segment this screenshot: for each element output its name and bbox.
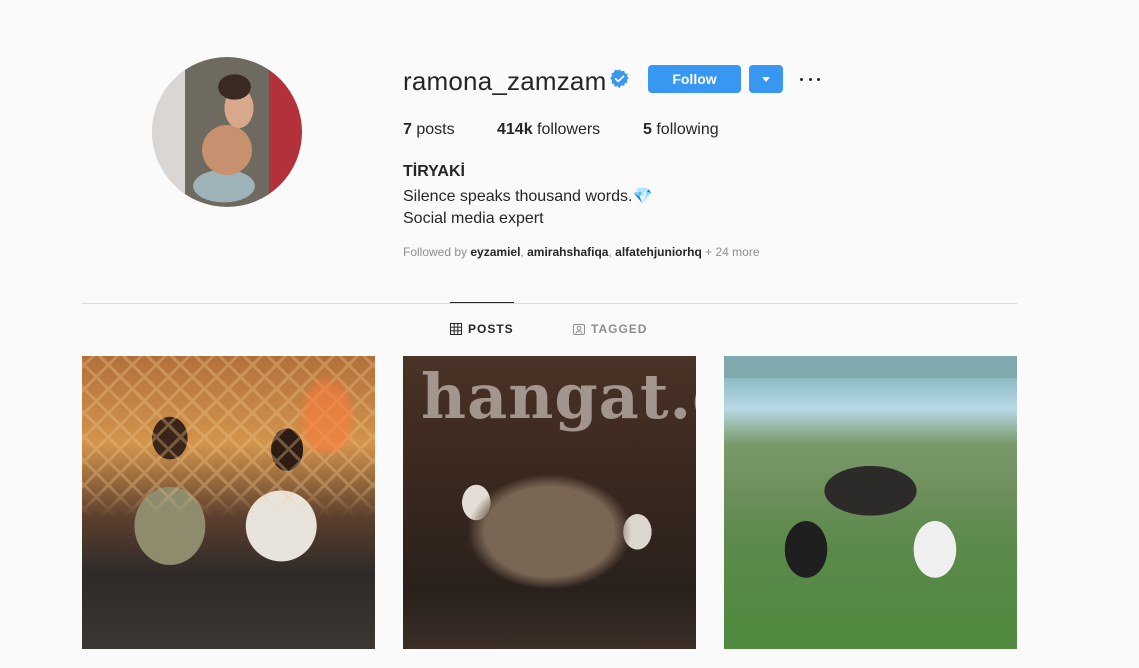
username: ramona_zamzam (403, 66, 607, 96)
followed-by[interactable]: Followed by eyzamiel, amirahshafiqa, alf… (403, 245, 760, 259)
verified-badge-icon (610, 69, 629, 88)
suggested-accounts-dropdown-button[interactable] (749, 65, 783, 93)
following-link[interactable]: 5 following (643, 121, 719, 139)
follower-link[interactable]: alfatehjuniorhq (615, 245, 702, 259)
full-name: TİRYAKİ (403, 163, 465, 180)
more-options-icon[interactable] (800, 69, 820, 89)
active-tab-indicator (450, 302, 514, 303)
watermark-flame-icon (292, 364, 362, 454)
tab-posts[interactable]: POSTS (450, 322, 514, 336)
profile-tabs-divider (82, 303, 1017, 304)
post-thumbnail[interactable] (82, 356, 375, 649)
avatar-image (152, 57, 302, 207)
bio-line: Social media expert (403, 210, 544, 227)
follower-link[interactable]: eyzamiel (470, 245, 520, 259)
tab-tagged[interactable]: TAGGED (573, 322, 647, 336)
tab-label: TAGGED (591, 322, 648, 336)
posts-count: 7 posts (403, 121, 455, 138)
watermark-text: hangat.c (421, 360, 696, 433)
follow-button[interactable]: Follow (648, 65, 741, 93)
follower-link[interactable]: amirahshafiqa (527, 245, 608, 259)
profile-avatar[interactable] (152, 57, 302, 207)
post-image-detail (724, 356, 1017, 378)
followers-link[interactable]: 414k followers (497, 121, 600, 139)
chevron-down-icon (762, 76, 770, 82)
post-thumbnail[interactable] (724, 356, 1017, 649)
post-thumbnail[interactable]: hangat.c (403, 356, 696, 649)
tab-label: POSTS (468, 322, 514, 336)
followed-by-more[interactable]: + 24 more (705, 245, 759, 259)
tagged-person-icon (573, 324, 585, 335)
bio-line: Silence speaks thousand words.💎 (403, 188, 653, 205)
grid-icon (450, 323, 462, 335)
